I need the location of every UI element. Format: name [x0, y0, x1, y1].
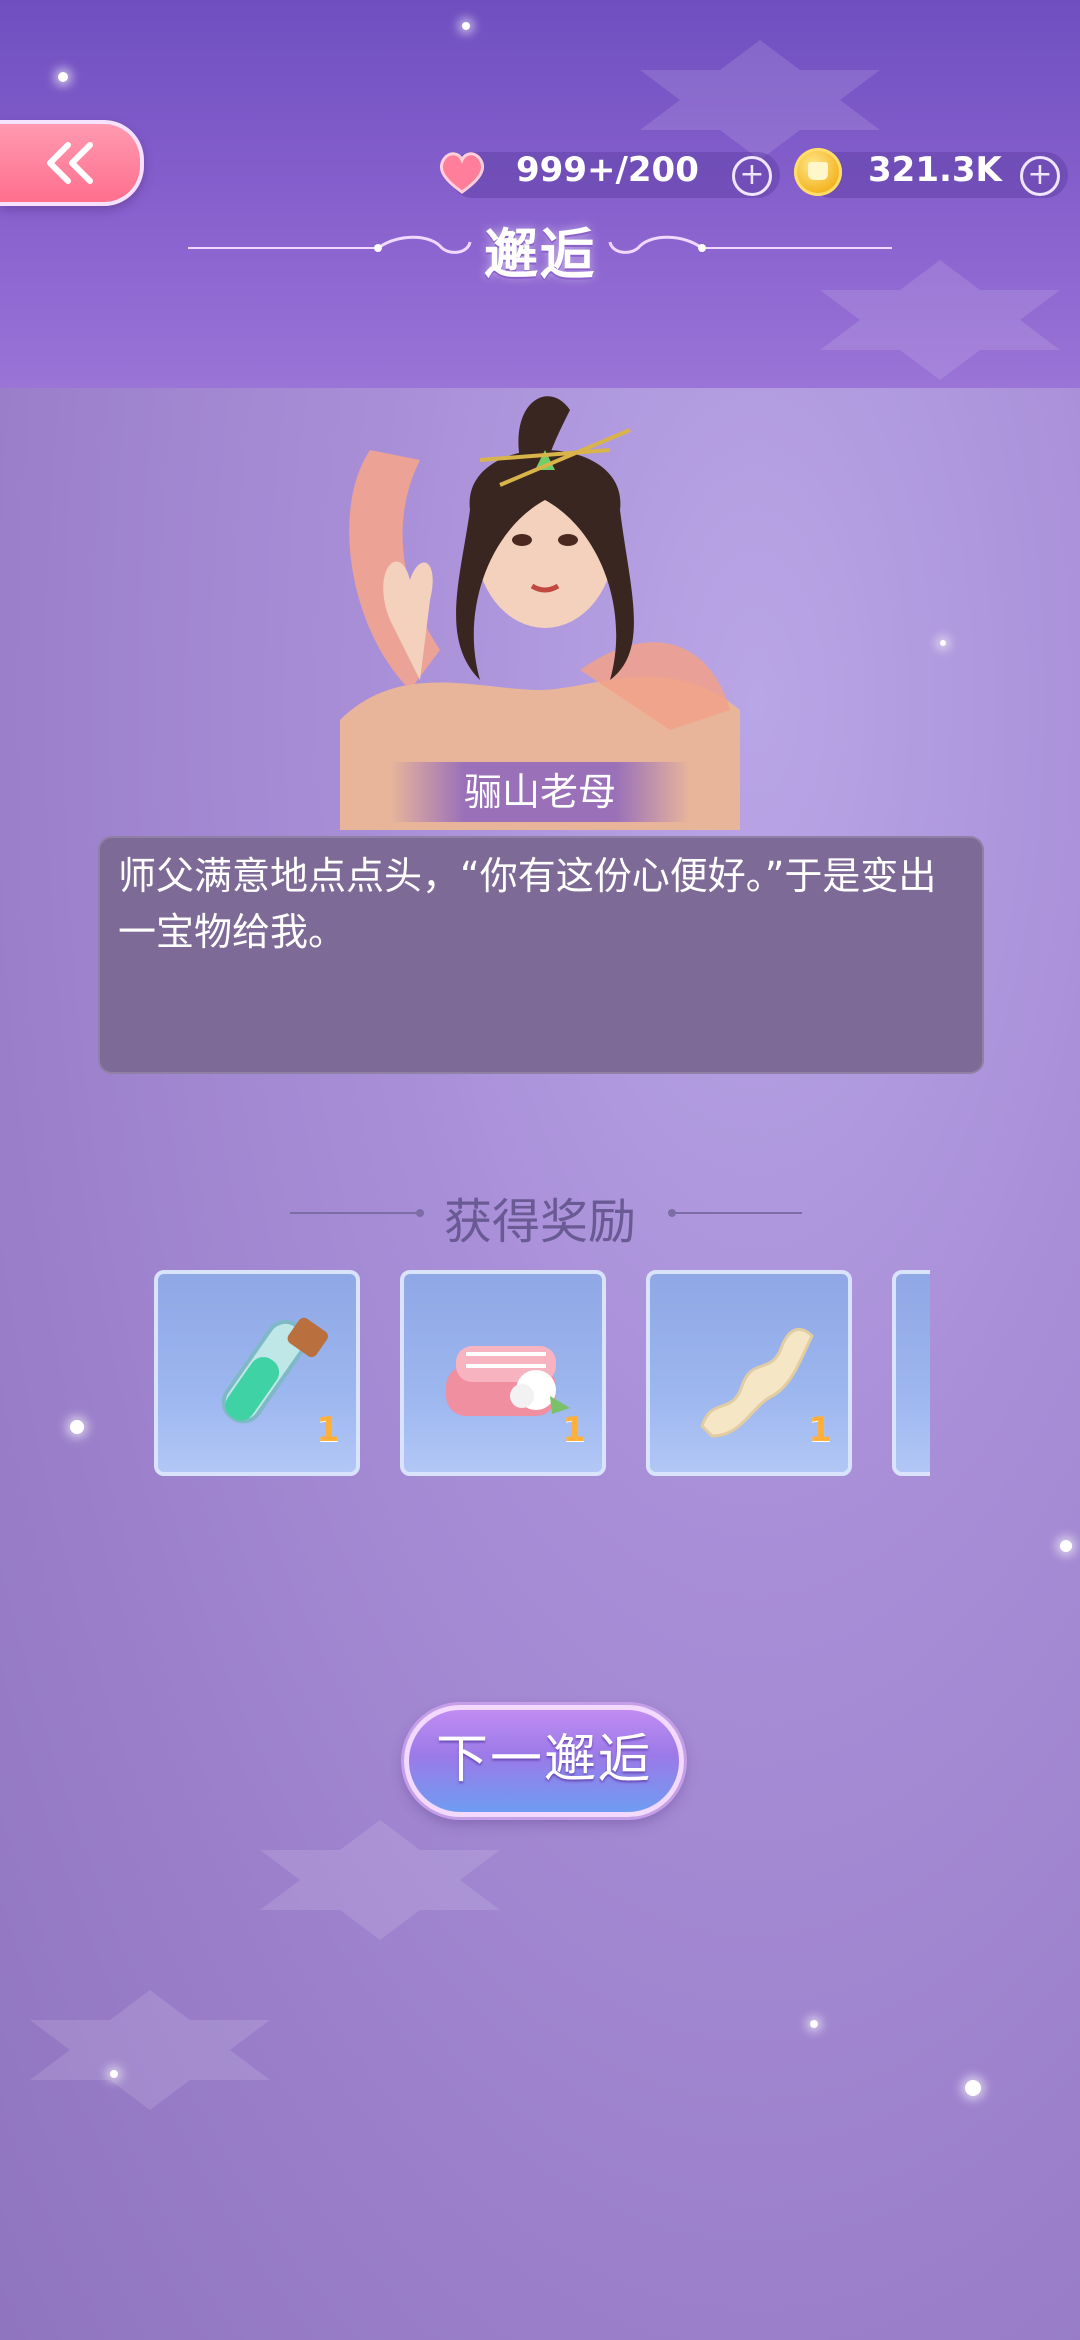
next-encounter-button[interactable]: 下一邂逅 [404, 1705, 684, 1817]
sparkle [1060, 1540, 1072, 1552]
divider-right [668, 1209, 802, 1217]
reward-count: 1 [316, 1410, 340, 1450]
hearts-value: 999+/200 [516, 150, 699, 190]
add-hearts-button[interactable]: + [732, 156, 772, 196]
page-title: 邂逅 [484, 223, 596, 286]
star-decoration [640, 40, 880, 160]
heart-icon [439, 152, 485, 194]
add-coins-button[interactable]: + [1020, 156, 1060, 196]
star-decoration [260, 1820, 500, 1940]
coins-value: 321.3K [868, 150, 1002, 190]
reward-count: 1 [808, 1410, 832, 1450]
sparkle [940, 640, 946, 646]
sparkle [965, 2080, 981, 2096]
sparkle [110, 2070, 118, 2078]
double-chevron-left-icon [47, 142, 93, 184]
reward-item[interactable]: 1 [400, 1270, 606, 1476]
dialog-text: 师父满意地点点头，“你有这份心便好。”于是变出一宝物给我。 [118, 854, 937, 954]
star-decoration [30, 1990, 270, 2110]
rewards-title: 获得奖励 [443, 1194, 636, 1250]
reward-item[interactable]: 1 [646, 1270, 852, 1476]
back-button[interactable] [0, 120, 144, 206]
sparkle [810, 2020, 818, 2028]
reward-item[interactable]: 1 [154, 1270, 360, 1476]
reward-item[interactable] [892, 1270, 930, 1476]
sparkle [58, 72, 68, 82]
title-ornament-right [608, 235, 892, 254]
character-name: 骊山老母 [390, 762, 690, 822]
reward-count: 1 [562, 1410, 586, 1450]
coin-icon [794, 148, 842, 196]
reward-list[interactable]: 1 1 1 [152, 1268, 930, 1482]
sparkle [70, 1420, 84, 1434]
sparkle [462, 22, 470, 30]
